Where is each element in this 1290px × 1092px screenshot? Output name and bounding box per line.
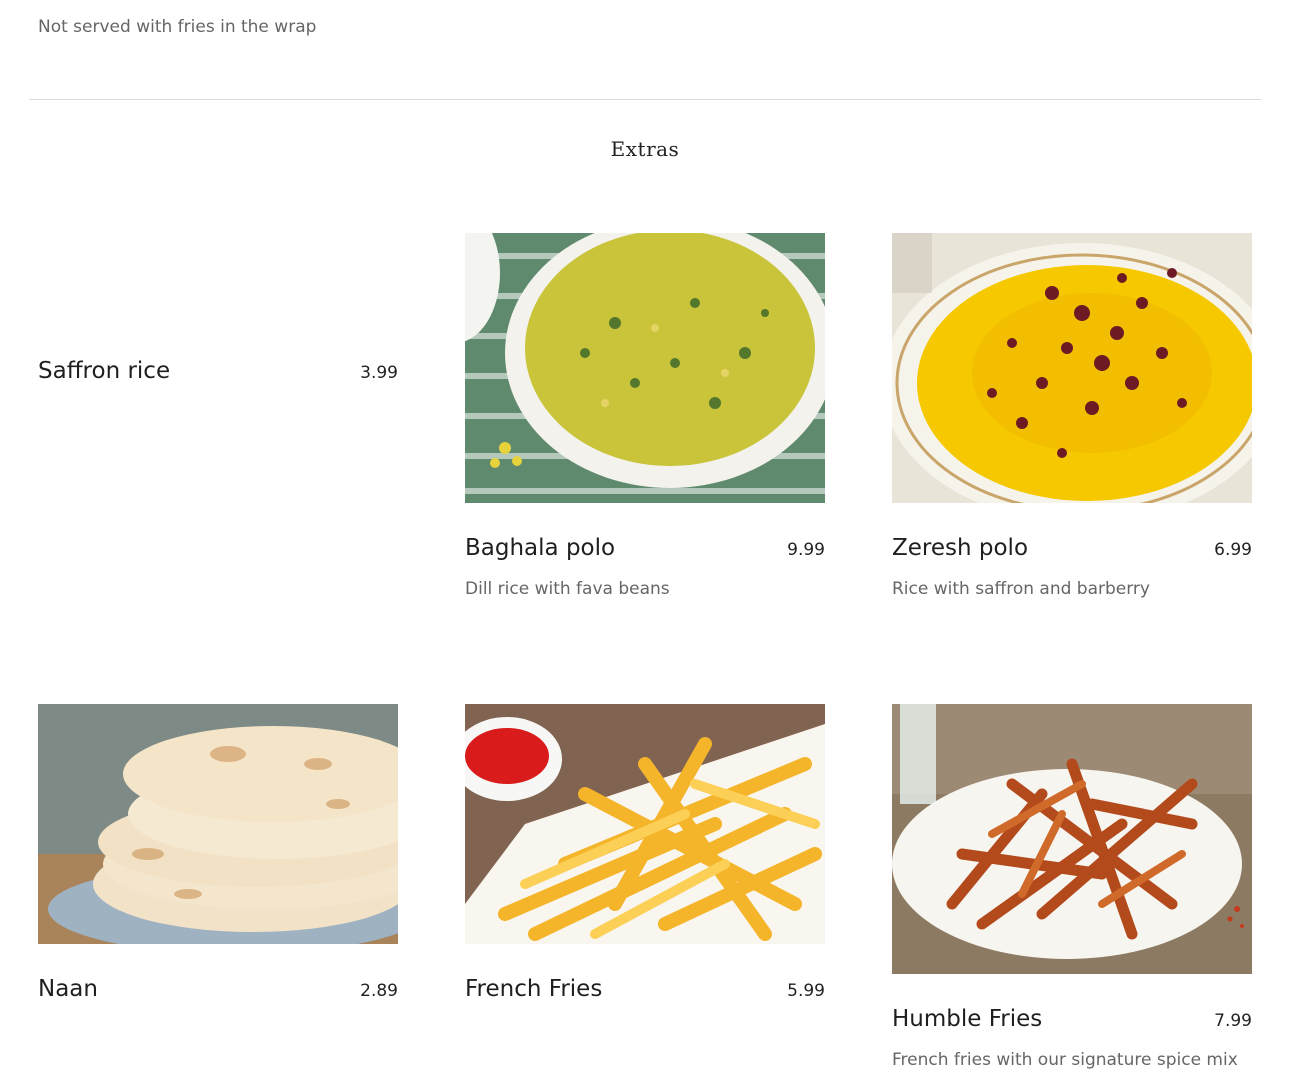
item-price: 2.89 xyxy=(360,981,398,1001)
item-name: Baghala polo xyxy=(465,535,616,561)
item-description: Rice with saffron and barberry xyxy=(892,579,1150,599)
spiced-fries-photo xyxy=(892,704,1252,974)
menu-item-french-fries[interactable]: French Fries 5.99 xyxy=(465,704,825,1002)
menu-item-zeresh-polo[interactable]: Zeresh polo 6.99 Rice with saffron and b… xyxy=(892,233,1252,599)
barberry-rice-photo xyxy=(892,233,1252,503)
item-name: Humble Fries xyxy=(892,1006,1043,1032)
menu-item-saffron-rice[interactable]: Saffron rice 3.99 xyxy=(38,358,398,384)
naan-photo xyxy=(38,704,398,944)
item-name: Zeresh polo xyxy=(892,535,1029,561)
menu-item-naan[interactable]: Naan 2.89 xyxy=(38,704,398,1002)
french-fries-photo xyxy=(465,704,825,944)
dill-rice-photo xyxy=(465,233,825,503)
item-description: Dill rice with fava beans xyxy=(465,579,670,599)
item-name: Naan xyxy=(38,976,98,1002)
item-name: French Fries xyxy=(465,976,603,1002)
item-price: 6.99 xyxy=(1214,540,1252,560)
section-divider xyxy=(29,99,1261,100)
section-title: Extras xyxy=(610,137,680,161)
previous-item-note: Not served with fries in the wrap xyxy=(38,17,317,37)
menu-item-humble-fries[interactable]: Humble Fries 7.99 French fries with our … xyxy=(892,704,1252,1070)
item-name: Saffron rice xyxy=(38,358,171,384)
item-price: 9.99 xyxy=(787,540,825,560)
item-price: 5.99 xyxy=(787,981,825,1001)
menu-item-baghala-polo[interactable]: Baghala polo 9.99 Dill rice with fava be… xyxy=(465,233,825,599)
item-price: 3.99 xyxy=(360,363,398,383)
item-description: French fries with our signature spice mi… xyxy=(892,1050,1238,1070)
item-price: 7.99 xyxy=(1214,1011,1252,1031)
